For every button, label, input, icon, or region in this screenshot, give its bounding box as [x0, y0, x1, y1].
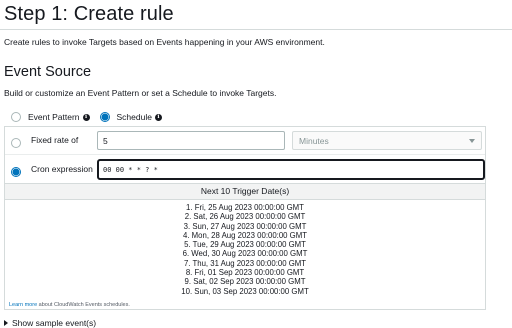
- page-description: Create rules to invoke Targets based on …: [4, 37, 325, 47]
- info-icon[interactable]: i: [154, 113, 162, 121]
- event-pattern-label: Event Pattern: [28, 112, 80, 122]
- schedule-radio[interactable]: [99, 112, 110, 122]
- show-sample-events-toggle[interactable]: Show sample event(s): [4, 318, 96, 328]
- cron-expression-row: Cron expression 00 00 * * ? *: [5, 156, 485, 184]
- trigger-date-item: 2. Sat, 26 Aug 2023 00:00:00 GMT: [184, 212, 306, 222]
- trigger-date-item: 3. Sun, 27 Aug 2023 00:00:00 GMT: [183, 221, 307, 231]
- cron-expression-radio[interactable]: [11, 167, 21, 177]
- trigger-dates-list: 1. Fri, 25 Aug 2023 00:00:00 GMT 2. Sat,…: [5, 203, 485, 296]
- trigger-date-item: 7. Thu, 31 Aug 2023 00:00:00 GMT: [183, 258, 307, 268]
- cron-expression-input[interactable]: 00 00 * * ? *: [97, 159, 485, 180]
- event-source-title: Event Source: [4, 64, 92, 80]
- fixed-rate-row: Fixed rate of 5 Minutes: [5, 127, 485, 155]
- trigger-date-item: 4. Mon, 28 Aug 2023 00:00:00 GMT: [183, 230, 307, 240]
- event-pattern-option[interactable]: Event Pattern i: [11, 112, 90, 122]
- cron-expression-label: Cron expression: [31, 164, 93, 174]
- learn-more-text: about CloudWatch Events schedules.: [37, 302, 130, 308]
- title-divider: [0, 29, 512, 30]
- rate-unit-select[interactable]: Minutes: [292, 131, 482, 150]
- trigger-date-item: 1. Fri, 25 Aug 2023 00:00:00 GMT: [186, 203, 304, 212]
- event-source-mode-selector: Event Pattern i Schedule i: [11, 110, 172, 124]
- schedule-label: Schedule: [116, 112, 152, 122]
- fixed-rate-label: Fixed rate of: [31, 135, 79, 145]
- trigger-dates-header: Next 10 Trigger Date(s): [4, 184, 486, 200]
- show-sample-events-label: Show sample event(s): [12, 318, 97, 328]
- rate-unit-value: Minutes: [299, 136, 329, 146]
- info-icon[interactable]: i: [82, 113, 90, 121]
- trigger-date-item: 9. Sat, 02 Sep 2023 00:00:00 GMT: [184, 277, 306, 287]
- learn-more-link[interactable]: Learn more: [9, 302, 37, 308]
- event-source-description: Build or customize an Event Pattern or s…: [4, 88, 277, 98]
- fixed-rate-input[interactable]: 5: [97, 131, 285, 150]
- schedule-option[interactable]: Schedule i: [99, 112, 162, 122]
- trigger-date-item: 10. Sun, 03 Sep 2023 00:00:00 GMT: [181, 286, 309, 296]
- trigger-date-item: 6. Wed, 30 Aug 2023 00:00:00 GMT: [182, 249, 308, 259]
- fixed-rate-radio[interactable]: [11, 138, 21, 148]
- trigger-date-item: 5. Tue, 29 Aug 2023 00:00:00 GMT: [184, 240, 306, 250]
- trigger-date-item: 8. Fri, 01 Sep 2023 00:00:00 GMT: [185, 268, 305, 278]
- trigger-dates-panel: 1. Fri, 25 Aug 2023 00:00:00 GMT 2. Sat,…: [4, 200, 486, 301]
- learn-more-row: Learn more about CloudWatch Events sched…: [4, 301, 486, 310]
- caret-right-icon: [4, 320, 8, 326]
- event-pattern-radio[interactable]: [11, 112, 21, 122]
- page-title: Step 1: Create rule: [4, 3, 174, 25]
- schedule-options-panel: Fixed rate of 5 Minutes Cron expression …: [4, 126, 486, 184]
- chevron-down-icon: [469, 139, 475, 143]
